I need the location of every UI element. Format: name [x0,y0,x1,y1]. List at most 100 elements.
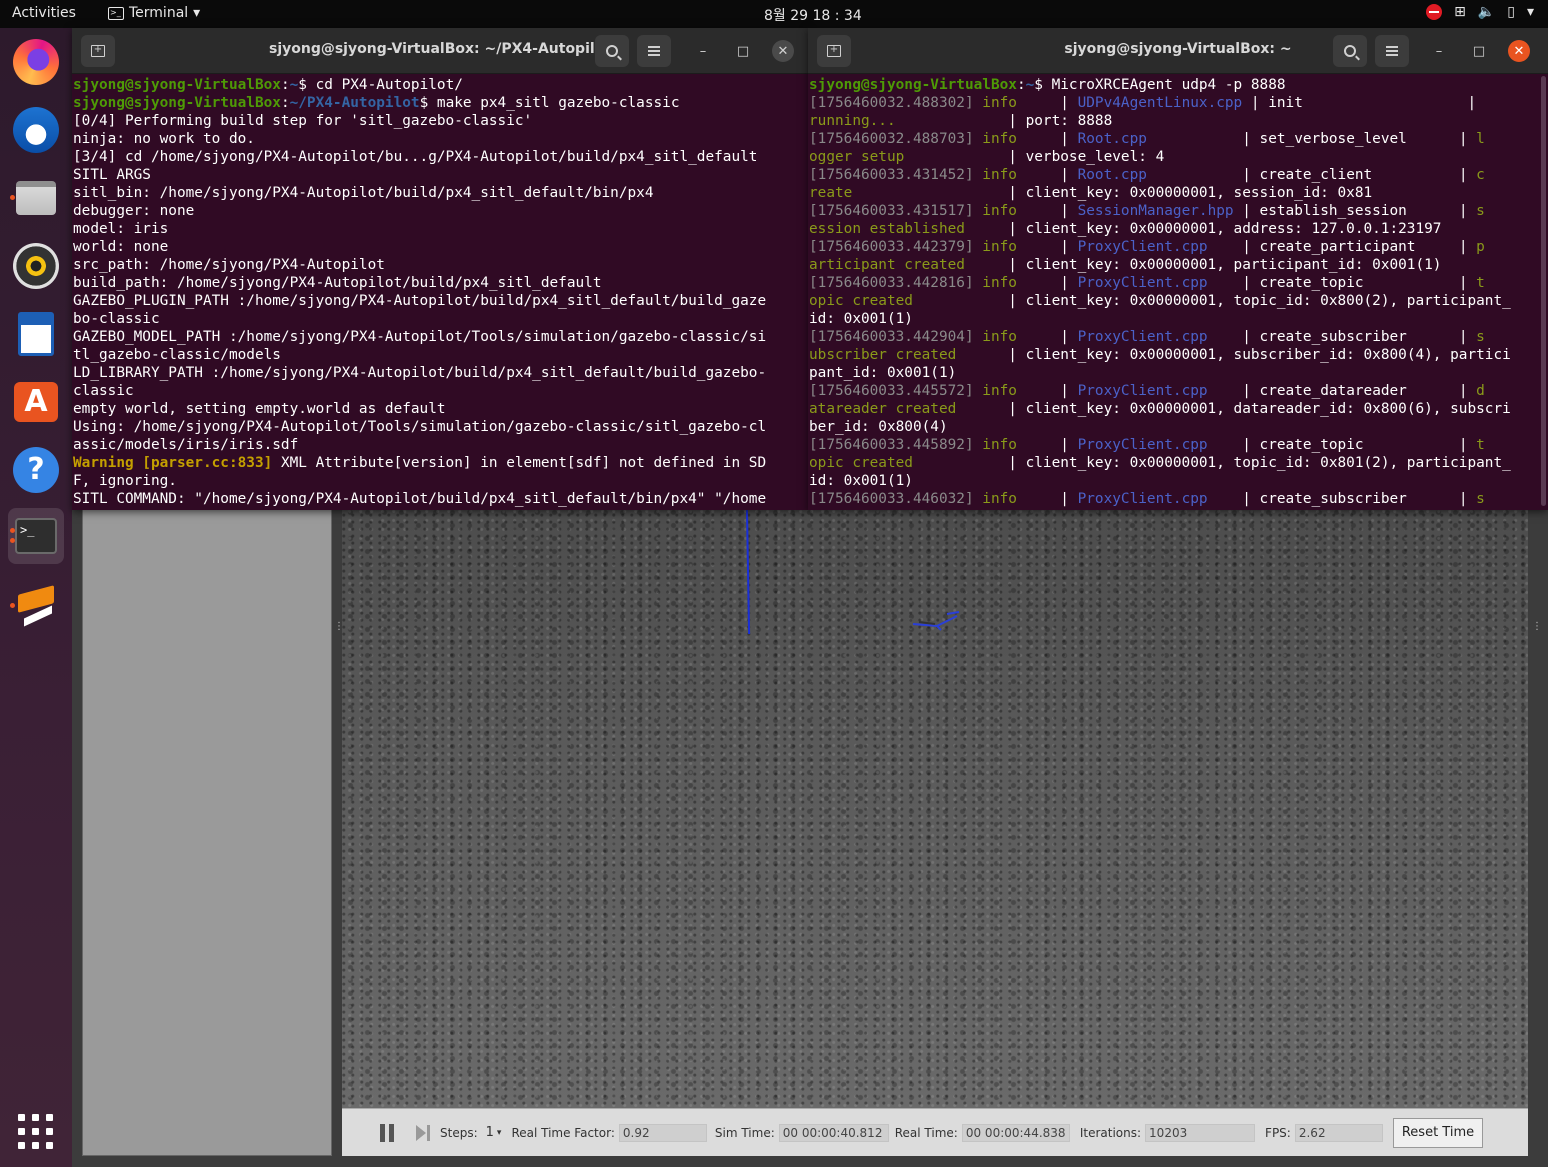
terminal-line: [1756460033.445572] info | ProxyClient.c… [809,382,1548,400]
terminal-output[interactable]: sjyong@sjyong-VirtualBox:~$ cd PX4-Autop… [72,74,808,508]
terminal-line: id: 0x001(1) [809,472,1548,490]
maximize-button[interactable]: □ [732,40,754,62]
dock-files[interactable] [8,170,64,226]
terminal-text: | [1016,131,1078,147]
running-indicator [10,603,15,608]
terminal-text: s [1476,203,1485,219]
terminal-text: c [1476,167,1485,183]
terminal-text: ubscriber created [809,347,957,363]
terminal-window-px4[interactable]: + sjyong@sjyong-VirtualBox: ~/PX4-Autopi… [72,28,808,510]
search-button[interactable] [1333,35,1367,67]
terminal-line: model: iris [73,220,808,238]
right-splitter-handle[interactable]: ⋮ [1532,621,1542,632]
terminal-text: info [973,167,1017,183]
clock[interactable]: 8월 29 18 : 34 [764,5,862,25]
app-menu[interactable]: >_ Terminal ▾ [108,5,200,21]
terminal-text: world: none [73,239,169,255]
dock-ubuntu-software[interactable]: A [8,374,64,430]
terminal-line: [1756460033.431517] info | SessionManage… [809,202,1548,220]
volume-icon[interactable]: 🔈 [1478,4,1495,20]
terminal-line: articipant created | client_key: 0x00000… [809,256,1548,274]
system-menu-chevron-icon[interactable]: ▾ [1527,4,1534,20]
terminal-text: SITL COMMAND: "/home/sjyong/PX4-Autopilo… [73,491,767,507]
maximize-button[interactable]: □ [1468,40,1490,62]
system-tray[interactable]: ⊞ 🔈 ▯ ▾ [1426,4,1534,20]
search-button[interactable] [595,35,629,67]
terminal-text: | create_participant | [1207,239,1477,255]
terminal-text: info [973,95,1017,111]
terminal-text: id: 0x001(1) [809,473,913,489]
dock: A ? >_ [0,28,72,1167]
terminal-text: ninja: no work to do. [73,131,255,147]
dock-virtualbox[interactable] [8,578,64,634]
terminal-text: [1756460033.446032] [809,491,974,507]
dock-terminal[interactable]: >_ [8,508,64,564]
terminal-text: | port: 8888 [895,113,1113,129]
drone-model [912,611,960,631]
terminal-text: | client_key: 0x00000001, subscriber_id:… [956,347,1511,363]
terminal-line: GAZEBO_MODEL_PATH :/home/sjyong/PX4-Auto… [73,328,808,346]
minimize-button[interactable]: – [692,40,714,62]
terminal-text: t [1476,275,1485,291]
menu-button[interactable] [637,35,671,67]
terminal-text: info [973,275,1017,291]
fps-value: 2.62 [1294,1123,1383,1142]
help-icon: ? [13,447,59,493]
dock-firefox[interactable] [8,34,64,90]
dock-libreoffice-writer[interactable] [8,306,64,362]
terminal-text: ProxyClient.cpp [1077,239,1208,255]
terminal-text: sjyong@sjyong-VirtualBox [73,95,281,111]
app-menu-label: Terminal [129,5,189,21]
terminal-text: build_path: /home/sjyong/PX4-Autopilot/b… [73,275,602,291]
real-time-value: 00 00:00:44.838 [961,1123,1070,1142]
software-icon: A [14,382,58,422]
battery-icon[interactable]: ▯ [1507,4,1515,20]
terminal-text: [1756460033.442816] [809,275,974,291]
terminal-text: Warning [parser.cc:833] [73,455,273,471]
terminal-titlebar[interactable]: + sjyong@sjyong-VirtualBox: ~ – □ ✕ [808,28,1548,74]
terminal-text: opic created [809,293,913,309]
terminal-text: ber_id: 0x800(4) [809,419,948,435]
terminal-text: $ cd PX4-Autopilot/ [298,77,463,93]
dock-thunderbird[interactable] [8,102,64,158]
show-applications-button[interactable] [18,1114,54,1150]
dock-help[interactable]: ? [8,442,64,498]
terminal-line: classic [73,382,808,400]
minimize-button[interactable]: – [1428,40,1450,62]
terminal-titlebar[interactable]: + sjyong@sjyong-VirtualBox: ~/PX4-Autopi… [72,28,808,74]
do-not-disturb-icon[interactable] [1426,4,1443,20]
terminal-window-agent[interactable]: + sjyong@sjyong-VirtualBox: ~ – □ ✕ sjyo… [808,28,1548,510]
menu-button[interactable] [1375,35,1409,67]
step-icon[interactable] [416,1124,430,1141]
terminal-line: SITL COMMAND: "/home/sjyong/PX4-Autopilo… [73,490,808,508]
terminal-text: d [1476,383,1485,399]
dock-rhythmbox[interactable] [8,238,64,294]
gazebo-3d-viewport[interactable] [342,506,1528,1108]
scrollbar[interactable] [1541,76,1546,506]
steps-value[interactable]: 1 [486,1125,494,1140]
terminal-text: [3/4] cd /home/sjyong/PX4-Autopilot/bu..… [73,149,758,165]
terminal-text: | [1016,95,1078,111]
terminal-line: ession established | client_key: 0x00000… [809,220,1548,238]
terminal-text: t [1476,437,1485,453]
terminal-output[interactable]: sjyong@sjyong-VirtualBox:~$ MicroXRCEAge… [808,74,1548,508]
steps-chevron-icon[interactable]: ▾ [497,1128,502,1138]
terminal-text: assic/models/iris/iris.sdf [73,437,299,453]
gazebo-left-panel[interactable] [82,506,332,1156]
terminal-text: | [1016,275,1078,291]
terminal-text: [1756460032.488302] [809,95,974,111]
terminal-text: opic created [809,455,913,471]
terminal-text: sitl_bin: /home/sjyong/PX4-Autopilot/bui… [73,185,654,201]
terminal-text: : [1016,77,1026,93]
reset-time-button[interactable]: Reset Time [1392,1117,1484,1148]
pause-icon[interactable] [380,1123,394,1142]
firefox-icon [13,39,59,85]
terminal-line: sitl_bin: /home/sjyong/PX4-Autopilot/bui… [73,184,808,202]
network-icon[interactable]: ⊞ [1454,4,1466,20]
close-button[interactable]: ✕ [772,40,794,62]
close-button[interactable]: ✕ [1508,40,1530,62]
hamburger-icon [1386,46,1398,56]
activities-button[interactable]: Activities [12,5,76,21]
terminal-text: : [280,77,290,93]
rtf-label: Real Time Factor: [511,1125,615,1140]
